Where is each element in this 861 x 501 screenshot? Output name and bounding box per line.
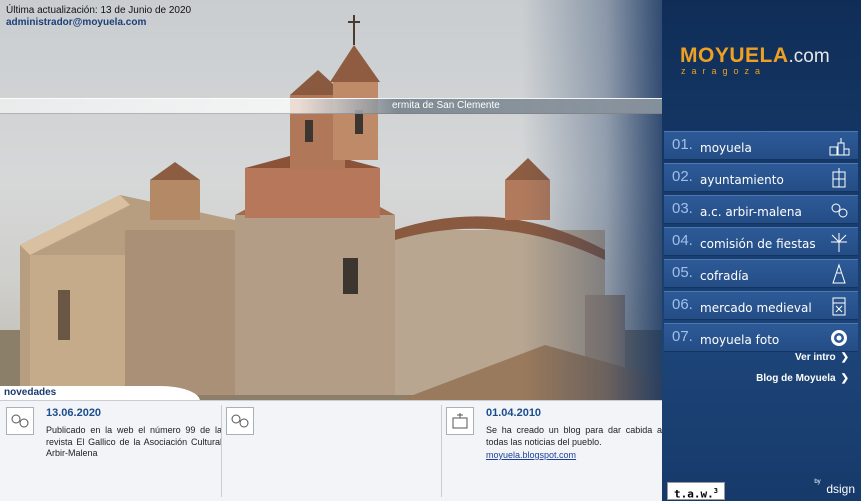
- news-divider: [221, 405, 222, 497]
- menu-item-moyuela[interactable]: 01. moyuela: [664, 131, 858, 160]
- menu-item-number: 06.: [672, 296, 693, 313]
- photo-caption: ermita de San Clemente: [392, 100, 500, 111]
- hood-icon: [832, 263, 846, 284]
- news-divider: [441, 405, 442, 497]
- view-intro-link[interactable]: Ver intro ❯: [795, 352, 849, 363]
- menu-item-number: 01.: [672, 136, 693, 153]
- hero-photo: [0, 0, 662, 400]
- menu-item-ayuntamiento[interactable]: 02. ayuntamiento: [664, 163, 858, 192]
- news-date: 01.04.2010: [486, 407, 542, 419]
- news-thumbnail-icon: [226, 407, 254, 435]
- banner-icon: [832, 297, 846, 316]
- menu-item-number: 02.: [672, 168, 693, 185]
- blog-link[interactable]: moyuela.blogspot.com: [486, 450, 576, 460]
- menu-item-cofradia[interactable]: 05. cofradía: [664, 259, 858, 288]
- news-date: 13.06.2020: [46, 407, 102, 419]
- site-logo[interactable]: MOYUELA.com zaragoza: [680, 44, 830, 76]
- association-icon: [831, 203, 848, 218]
- menu-item-number: 07.: [672, 328, 693, 345]
- main-menu: 01. moyuela 02. ayuntamiento 03. a.c. ar…: [662, 131, 861, 355]
- logo-tld: .com: [788, 46, 830, 67]
- news-item: 13.06.2020 Publicado en la web el número…: [6, 407, 222, 497]
- logo-name: MOYUELA: [680, 44, 789, 67]
- blog-moyuela-link[interactable]: Blog de Moyuela ❯: [756, 373, 849, 384]
- designer-name: dsign: [826, 482, 855, 496]
- designer-credit[interactable]: by dsign: [814, 479, 855, 496]
- sidebar: MOYUELA.com zaragoza 01. moyuela 02. ayu…: [662, 0, 861, 501]
- news-panel: novedades 13.06.2020 Publicado en la web…: [0, 386, 662, 501]
- menu-item-label: comisión de fiestas: [700, 237, 816, 251]
- taw-badge[interactable]: t.a.w.3: [667, 482, 725, 501]
- menu-item-mercado-medieval[interactable]: 06. mercado medieval: [664, 291, 858, 320]
- taw-sup: 3: [713, 487, 718, 495]
- menu-item-arbir-malena[interactable]: 03. a.c. arbir-malena: [664, 195, 858, 224]
- news-thumbnail-icon: [6, 407, 34, 435]
- photo-edge-fade: [522, 0, 662, 400]
- news-text: Publicado en la web el número 99 de la r…: [46, 425, 222, 458]
- camera-lens-icon: [831, 330, 847, 346]
- news-text: Se ha creado un blog para dar cabida a t…: [486, 425, 662, 447]
- menu-item-label: moyuela foto: [700, 333, 780, 347]
- blog-moyuela-label: Blog de Moyuela: [756, 373, 836, 384]
- news-tab: novedades: [0, 386, 200, 401]
- menu-item-comision-fiestas[interactable]: 04. comisión de fiestas: [664, 227, 858, 256]
- menu-item-label: ayuntamiento: [700, 173, 784, 187]
- news-thumbnail-icon: [446, 407, 474, 435]
- page: Última actualización: 13 de Junio de 202…: [0, 0, 861, 501]
- photo-caption-bar: ermita de San Clemente: [0, 98, 662, 114]
- news-item: [226, 407, 440, 497]
- townhall-icon: [832, 168, 846, 188]
- menu-item-number: 04.: [672, 232, 693, 249]
- menu-item-number: 03.: [672, 200, 693, 217]
- last-update-text: Última actualización: 13 de Junio de 202…: [6, 5, 192, 16]
- taw-label: t.a.w.: [674, 487, 714, 501]
- menu-item-number: 05.: [672, 264, 693, 281]
- admin-email-link[interactable]: administrador@moyuela.com: [6, 17, 146, 28]
- chevron-right-icon: ❯: [840, 352, 849, 363]
- news-body: 13.06.2020 Publicado en la web el número…: [0, 400, 662, 501]
- village-icon: [829, 138, 850, 156]
- menu-item-label: mercado medieval: [700, 301, 812, 315]
- news-item: 01.04.2010 Se ha creado un blog para dar…: [446, 407, 662, 497]
- view-intro-label: Ver intro: [795, 352, 836, 363]
- designer-by: by: [814, 479, 821, 485]
- menu-item-label: a.c. arbir-malena: [700, 205, 802, 219]
- menu-item-label: moyuela: [700, 141, 752, 155]
- fireworks-icon: [831, 233, 847, 252]
- menu-item-label: cofradía: [700, 269, 749, 283]
- menu-item-moyuela-foto[interactable]: 07. moyuela foto: [664, 323, 858, 352]
- chevron-right-icon: ❯: [840, 373, 849, 384]
- logo-region: zaragoza: [681, 66, 767, 76]
- news-title: novedades: [4, 387, 57, 398]
